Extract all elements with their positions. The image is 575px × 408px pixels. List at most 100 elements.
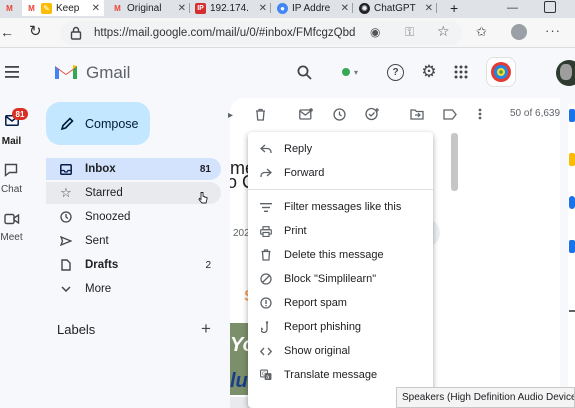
apps-grid-icon[interactable] — [454, 65, 468, 79]
block-icon — [260, 273, 272, 285]
settings-gear-icon[interactable]: ⚙ — [420, 62, 438, 81]
chevron-down-icon — [59, 286, 73, 292]
browser-toolbar: ← ↻ https://mail.google.com/mail/u/0/#in… — [0, 18, 575, 48]
back-icon[interactable]: ← — [0, 24, 14, 40]
star-icon: ☆ — [60, 185, 72, 200]
pagination-range: 50 of 6,639 — [510, 108, 561, 119]
main-menu-icon[interactable] — [4, 64, 20, 80]
filter-icon — [260, 202, 272, 212]
snooze-icon[interactable] — [332, 107, 346, 121]
menu-item-label: Block "Simplilearn" — [284, 273, 377, 285]
close-tab-icon[interactable]: ✕ — [92, 3, 104, 14]
back-arrow-fragment[interactable]: ▸ — [228, 110, 233, 121]
system-tooltip: Speakers (High Definition Audio Device):… — [396, 387, 575, 408]
browser-tab-strip: M M ✎ Keep ✕ M Original ✕ IP 192.174. ✕ … — [0, 0, 575, 18]
bookmark-star-icon[interactable]: ☆ — [437, 23, 450, 40]
calendar-icon[interactable] — [569, 109, 575, 122]
gmail-wordmark: Gmail — [86, 63, 131, 82]
menu-item-filter[interactable]: Filter messages like this — [248, 196, 433, 218]
keep-icon[interactable] — [569, 153, 575, 166]
spam-icon — [260, 297, 272, 309]
menu-item-label: Report phishing — [284, 321, 362, 333]
search-icon[interactable] — [296, 64, 312, 80]
tasks-icon[interactable] — [569, 196, 575, 209]
site-info-icon[interactable] — [70, 26, 82, 40]
restore-icon[interactable] — [544, 1, 556, 13]
browser-tab[interactable]: M Original ✕ — [108, 0, 190, 16]
new-tab-button[interactable]: + — [446, 0, 464, 16]
trash-icon[interactable] — [254, 107, 266, 121]
more-menu-icon[interactable]: ··· — [545, 23, 561, 38]
compose-label: Compose — [85, 116, 139, 131]
browser-tab-active[interactable]: M ✎ Keep ✕ — [22, 0, 104, 16]
mark-unread-icon[interactable] — [299, 107, 313, 121]
menu-item-show-original[interactable]: Show original — [248, 340, 433, 362]
account-avatar[interactable] — [556, 60, 575, 86]
org-logo[interactable] — [486, 57, 516, 87]
browser-tab[interactable]: M — [0, 0, 22, 16]
add-addon-icon[interactable] — [569, 310, 575, 312]
print-icon — [260, 225, 272, 237]
menu-item-label: Show original — [284, 345, 351, 357]
nav-label: Snoozed — [85, 211, 131, 223]
inbox-icon — [59, 163, 73, 175]
nav-item-more[interactable]: More — [46, 278, 221, 300]
nav-item-starred[interactable]: ☆ Starred — [46, 182, 221, 204]
rail-chat-label[interactable]: Chat — [0, 184, 30, 195]
scrollbar-thumb[interactable] — [451, 133, 458, 191]
tab-label: IP Addre — [292, 2, 331, 14]
browser-tab[interactable]: IP 192.174. ✕ — [191, 0, 271, 16]
eye-icon[interactable]: ◉ — [370, 25, 380, 39]
menu-item-translate[interactable]: Ga Translate message — [248, 364, 433, 386]
chatgpt-icon: ✺ — [359, 2, 370, 14]
context-menu: Reply Forward Filter messages like this … — [248, 132, 433, 408]
svg-text:a: a — [266, 375, 269, 381]
more-vert-icon[interactable] — [476, 107, 484, 121]
menu-item-reply[interactable]: Reply — [248, 138, 433, 160]
nav-label: Sent — [85, 235, 109, 247]
nav-item-inbox[interactable]: Inbox 81 — [46, 158, 221, 180]
browser-tab[interactable]: ✺ ChatGPT ✕ — [355, 0, 437, 16]
menu-item-forward[interactable]: Forward — [248, 162, 433, 184]
compose-button[interactable]: Compose — [46, 102, 150, 145]
menu-item-label: Print — [284, 225, 307, 237]
menu-item-label: Filter messages like this — [284, 201, 402, 213]
browser-tab[interactable]: ● IP Addre ✕ — [273, 0, 353, 16]
reload-icon[interactable]: ↻ — [29, 22, 42, 40]
keep-icon: ✎ — [41, 2, 52, 14]
url-text: https://mail.google.com/mail/u/0/#inbox/… — [94, 27, 356, 39]
gmail-logo-icon[interactable] — [54, 63, 78, 81]
key-icon[interactable]: ⚿ — [405, 25, 414, 40]
forward-icon — [260, 168, 272, 178]
help-icon[interactable]: ? — [387, 64, 404, 81]
menu-item-report-spam[interactable]: Report spam — [248, 292, 433, 314]
label-icon[interactable] — [443, 107, 457, 121]
rail-meet-label[interactable]: Meet — [0, 232, 30, 243]
minimize-icon[interactable]: — — [507, 2, 519, 14]
status-indicator[interactable]: ▾ — [336, 62, 364, 82]
nav-label: Starred — [85, 187, 123, 199]
nav-item-drafts[interactable]: Drafts 2 — [46, 254, 221, 276]
address-bar[interactable]: https://mail.google.com/mail/u/0/#inbox/… — [60, 21, 462, 45]
move-to-icon[interactable] — [410, 107, 424, 121]
contacts-icon[interactable] — [569, 240, 575, 253]
clock-icon — [59, 211, 73, 223]
menu-item-delete[interactable]: Delete this message — [248, 244, 433, 266]
nav-item-sent[interactable]: Sent — [46, 230, 221, 252]
tab-label: Keep — [56, 2, 80, 14]
favorites-icon[interactable]: ✩ — [476, 24, 487, 40]
menu-item-print[interactable]: Print — [248, 220, 433, 242]
profile-avatar[interactable] — [511, 24, 527, 40]
menu-item-block[interactable]: Block "Simplilearn" — [248, 268, 433, 290]
labels-heading: Labels — [57, 322, 96, 337]
menu-item-report-phishing[interactable]: Report phishing — [248, 316, 433, 338]
meet-rail-icon[interactable] — [4, 212, 20, 225]
menu-item-label: Reply — [284, 143, 313, 155]
nav-item-snoozed[interactable]: Snoozed — [46, 206, 221, 228]
chat-rail-icon[interactable] — [4, 163, 18, 177]
add-to-tasks-icon[interactable] — [364, 107, 380, 121]
add-label-button[interactable]: + — [201, 319, 211, 339]
chevron-down-icon: ▾ — [353, 67, 358, 77]
globe-icon: ● — [277, 2, 288, 14]
rail-mail-label[interactable]: Mail — [0, 136, 30, 147]
